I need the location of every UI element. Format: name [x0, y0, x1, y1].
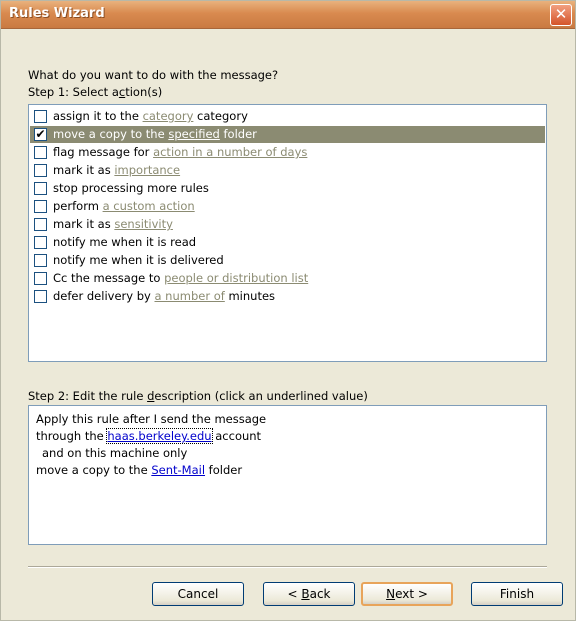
action-item[interactable]: Cc the message to people or distribution… — [30, 270, 545, 287]
action-item[interactable]: mark it as sensitivity — [30, 216, 545, 233]
action-text: move a copy to the specified folder — [53, 126, 257, 143]
action-text-pre: assign it to the — [53, 109, 143, 123]
rule-description-box[interactable]: Apply this rule after I send the message… — [28, 405, 547, 545]
action-link[interactable]: sensitivity — [114, 217, 173, 231]
action-text: notify me when it is delivered — [53, 252, 224, 269]
step2-text-b: escription (click an underlined value) — [154, 389, 368, 403]
action-text-pre: flag message for — [53, 145, 154, 159]
action-checkbox[interactable] — [34, 200, 47, 213]
next-button[interactable]: Next > — [361, 582, 453, 606]
action-checkbox[interactable] — [34, 272, 47, 285]
actions-listbox[interactable]: assign it to the category category ✔ move … — [28, 104, 547, 362]
action-text-pre: stop processing more rules — [53, 181, 209, 195]
back-button[interactable]: < Back — [263, 582, 355, 606]
action-item[interactable]: ✔ move a copy to the specified folder — [30, 126, 545, 143]
action-text-pre: notify me when it is read — [53, 235, 197, 249]
action-text: assign it to the category category — [53, 108, 248, 125]
desc-line-1: Apply this rule after I send the message — [36, 412, 267, 426]
back-button-accelerator: B — [301, 587, 310, 601]
action-item[interactable]: notify me when it is delivered — [30, 252, 545, 269]
action-text-pre: defer delivery by — [53, 289, 155, 303]
action-text-post: minutes — [224, 289, 276, 303]
step1-text-b: tion(s) — [125, 85, 163, 99]
desc-line-4: move a copy to the Sent-Mail folder — [36, 462, 242, 478]
back-button-pre: < — [287, 587, 302, 601]
action-text: mark it as importance — [53, 162, 180, 179]
action-text-pre: perform — [53, 199, 103, 213]
action-text: Cc the message to people or distribution… — [53, 270, 308, 287]
action-checkbox[interactable] — [34, 236, 47, 249]
finish-button[interactable]: Finish — [471, 582, 563, 606]
action-link[interactable]: specified — [168, 127, 220, 141]
step2-text-a: Step 2: Edit the rule — [28, 389, 148, 403]
cancel-button[interactable]: Cancel — [152, 582, 244, 606]
action-item[interactable]: flag message for action in a number of d… — [30, 144, 545, 161]
next-button-post: ext > — [395, 587, 428, 601]
action-item[interactable]: defer delivery by a number of minutes — [30, 288, 545, 305]
desc-line-2-pre: through the — [36, 429, 108, 443]
action-text: stop processing more rules — [53, 180, 209, 197]
action-link[interactable]: a custom action — [103, 199, 195, 213]
action-link[interactable]: category — [143, 109, 194, 123]
action-checkbox[interactable] — [34, 254, 47, 267]
step1-text-a: Step 1: Select a — [28, 85, 119, 99]
folder-link[interactable]: Sent-Mail — [151, 463, 205, 477]
step2-label: Step 2: Edit the rule description (click… — [28, 389, 368, 403]
action-text-pre: notify me when it is delivered — [53, 253, 224, 267]
action-checkbox[interactable] — [34, 146, 47, 159]
desc-line-2-post: account — [211, 429, 262, 443]
action-checkbox[interactable] — [34, 218, 47, 231]
prompt-label: What do you want to do with the message? — [28, 68, 279, 82]
desc-line-4-pre: move a copy to the — [36, 463, 152, 477]
action-text-pre: mark it as — [53, 217, 115, 231]
action-item[interactable]: mark it as importance — [30, 162, 545, 179]
back-button-post: ack — [309, 587, 331, 601]
step1-label: Step 1: Select action(s) — [28, 85, 162, 99]
action-checkbox[interactable] — [34, 182, 47, 195]
account-link[interactable]: haas.berkeley.edu — [106, 428, 213, 444]
action-text: notify me when it is read — [53, 234, 196, 251]
action-text-post: category — [193, 109, 248, 123]
action-text: flag message for action in a number of d… — [53, 144, 307, 161]
action-text: mark it as sensitivity — [53, 216, 173, 233]
desc-line-2: through the haas.berkeley.edu account — [36, 428, 261, 444]
action-text-pre: Cc the message to — [53, 271, 165, 285]
action-text: perform a custom action — [53, 198, 195, 215]
action-link[interactable]: people or distribution list — [164, 271, 308, 285]
action-checkbox[interactable]: ✔ — [34, 128, 47, 141]
action-checkbox[interactable] — [34, 290, 47, 303]
action-checkbox[interactable] — [34, 164, 47, 177]
rules-wizard-window: Rules Wizard ✕ What do you want to do wi… — [0, 0, 576, 621]
button-separator — [28, 566, 547, 568]
action-item[interactable]: assign it to the category category — [30, 108, 545, 125]
action-text-pre: move a copy to the — [53, 127, 169, 141]
action-item[interactable]: perform a custom action — [30, 198, 545, 215]
action-link[interactable]: a number of — [154, 289, 224, 303]
action-item[interactable]: stop processing more rules — [30, 180, 545, 197]
action-link[interactable]: importance — [114, 163, 180, 177]
action-text-post: folder — [219, 127, 257, 141]
action-item[interactable]: notify me when it is read — [30, 234, 545, 251]
close-icon[interactable]: ✕ — [550, 4, 572, 26]
action-checkbox[interactable] — [34, 110, 47, 123]
window-title: Rules Wizard — [9, 6, 105, 21]
next-button-accelerator: N — [386, 587, 396, 601]
title-bar[interactable]: Rules Wizard ✕ — [1, 1, 575, 29]
desc-line-3: and on this machine only — [42, 446, 188, 460]
desc-line-4-post: folder — [205, 463, 243, 477]
action-text-pre: mark it as — [53, 163, 115, 177]
action-link[interactable]: action in a number of days — [153, 145, 307, 159]
action-text: defer delivery by a number of minutes — [53, 288, 275, 305]
